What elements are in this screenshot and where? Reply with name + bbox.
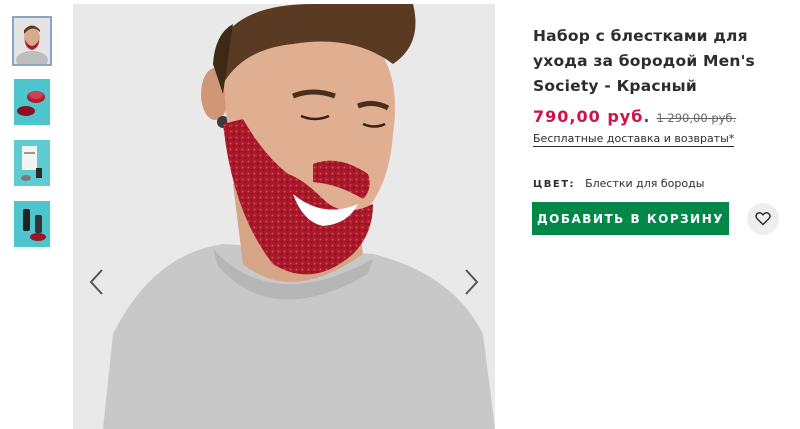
add-to-bag-button[interactable]: ДОБАВИТЬ В КОРЗИНУ: [532, 202, 729, 235]
product-actions: ДОБАВИТЬ В КОРЗИНУ: [532, 202, 779, 235]
heart-icon: [755, 212, 771, 226]
product-title: Набор с блестками для ухода за бородой M…: [533, 27, 755, 95]
next-image-button[interactable]: [455, 262, 489, 302]
thumbnail-product-red-image: [14, 79, 50, 125]
thumbnail-list: [12, 16, 52, 262]
price-row: 790,00 руб. 1 290,00 руб.: [533, 107, 783, 126]
product-details: Набор с блестками для ухода за бородой M…: [533, 24, 783, 190]
main-product-image: [73, 4, 495, 429]
free-delivery-link[interactable]: Бесплатные доставка и возвраты*: [533, 132, 735, 147]
old-price: 1 290,00 руб.: [656, 111, 737, 125]
thumbnail-product-red[interactable]: [14, 79, 50, 125]
color-value: Блестки для бороды: [585, 177, 705, 190]
color-label: ЦВЕТ:: [533, 179, 576, 190]
thumbnail-product-box[interactable]: [14, 140, 50, 186]
thumbnail-model-image: [14, 18, 50, 64]
thumbnail-model[interactable]: [12, 16, 52, 66]
model-photo: [73, 4, 495, 429]
thumbnail-product-bottles[interactable]: [14, 201, 50, 247]
save-for-later-button[interactable]: [747, 202, 779, 235]
previous-image-button[interactable]: [79, 262, 113, 302]
thumbnail-product-bottles-image: [14, 201, 50, 247]
color-row: ЦВЕТ: Блестки для бороды: [533, 177, 783, 190]
thumbnail-product-box-image: [14, 140, 50, 186]
current-price: 790,00 руб.: [533, 107, 651, 126]
chevron-right-icon: [465, 269, 479, 295]
chevron-left-icon: [89, 269, 103, 295]
